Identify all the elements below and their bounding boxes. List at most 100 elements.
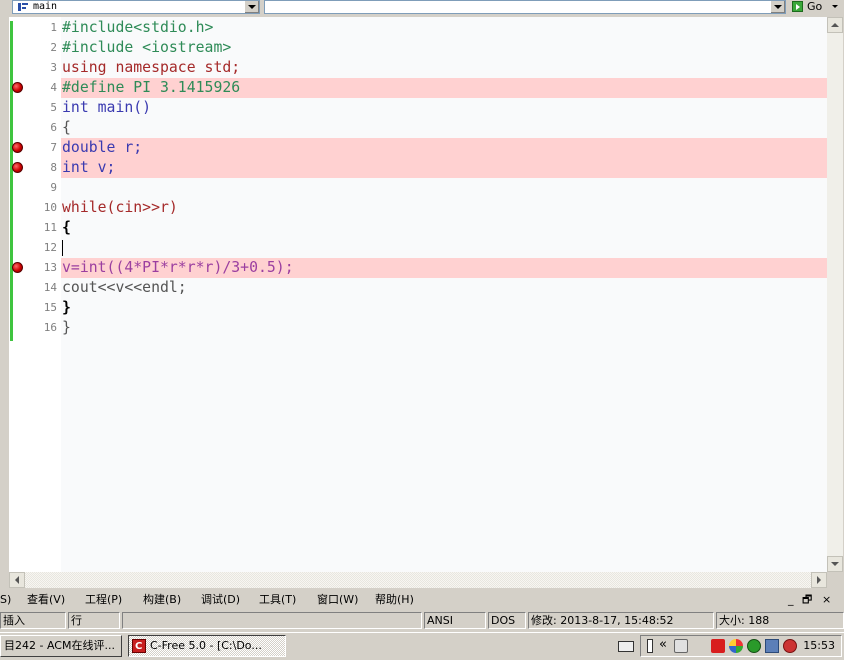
status-modified: 修改: 2013-8-17, 15:48:52 (528, 612, 714, 629)
menu-item-debug[interactable]: 调试(D) (201, 590, 240, 610)
code-line[interactable]: 3 using namespace std; (9, 58, 827, 78)
code-text[interactable]: #include<stdio.h> (61, 18, 827, 38)
breakpoint-icon[interactable] (12, 82, 23, 93)
code-line[interactable]: 11 { (9, 218, 827, 238)
green-app-icon[interactable] (747, 639, 761, 653)
menu-item-help[interactable]: 帮助(H) (375, 590, 414, 610)
code-text[interactable]: v=int((4*PI*r*r*r)/3+0.5); (61, 258, 827, 278)
code-text[interactable]: { (61, 118, 827, 138)
status-empty-pane (122, 612, 422, 629)
line-number: 9 (50, 181, 57, 194)
go-label: Go (807, 0, 823, 13)
code-text[interactable]: #define PI 3.1415926 (61, 78, 827, 98)
editor-toolbar: main Go (0, 0, 844, 15)
pdf-reader-icon[interactable] (711, 639, 725, 653)
chevron-down-icon[interactable] (244, 1, 259, 13)
taskbar-item-acm[interactable]: 目242 - ACM在线评... (0, 635, 122, 657)
tray-app-icon[interactable] (674, 639, 688, 653)
line-number: 14 (43, 281, 57, 294)
code-line[interactable]: 9 (9, 178, 827, 198)
code-editor[interactable]: 1 #include<stdio.h> 2 #include <iostream… (9, 17, 827, 572)
menu-item-view[interactable]: 查看(V) (27, 590, 65, 610)
code-line[interactable]: 8 int v; (9, 158, 827, 178)
status-insert-mode: 插入 (0, 612, 66, 629)
security-icon[interactable] (783, 639, 797, 653)
tray-expand-icon[interactable]: « (659, 637, 667, 653)
breakpoint-icon[interactable] (12, 142, 23, 153)
symbol-combo[interactable] (264, 0, 786, 14)
horizontal-scrollbar[interactable] (9, 572, 827, 588)
code-line[interactable]: 12 (9, 238, 827, 258)
menu-item-tools[interactable]: 工具(T) (259, 590, 296, 610)
code-line[interactable]: 1 #include<stdio.h> (9, 18, 827, 38)
function-icon (18, 3, 28, 11)
code-line[interactable]: 10 while(cin>>r) (9, 198, 827, 218)
code-text[interactable]: double r; (61, 138, 827, 158)
code-text[interactable]: #include <iostream> (61, 38, 827, 58)
line-number: 6 (50, 121, 57, 134)
tray-indicator-icon[interactable] (647, 639, 653, 653)
line-number: 15 (43, 301, 57, 314)
line-number: 2 (50, 41, 57, 54)
close-icon[interactable]: × (822, 590, 831, 610)
network-icon[interactable] (765, 639, 779, 653)
code-text[interactable]: cout<<v<<endl; (61, 278, 827, 298)
code-line[interactable]: 2 #include <iostream> (9, 38, 827, 58)
code-line[interactable]: 13 v=int((4*PI*r*r*r)/3+0.5); (9, 258, 827, 278)
scroll-left-icon[interactable] (9, 572, 25, 588)
line-number: 1 (50, 21, 57, 34)
taskbar-item-cfree[interactable]: C-Free 5.0 - [C:\Do... (128, 635, 286, 657)
line-number: 8 (50, 161, 57, 174)
code-text[interactable]: { (61, 218, 827, 238)
function-combo[interactable]: main (12, 0, 260, 14)
code-text[interactable]: int v; (61, 158, 827, 178)
menu-item-build[interactable]: 构建(B) (143, 590, 181, 610)
line-number: 12 (43, 241, 57, 254)
code-line[interactable]: 7 double r; (9, 138, 827, 158)
code-text[interactable] (61, 238, 827, 258)
code-line[interactable]: 4 #define PI 3.1415926 (9, 78, 827, 98)
minimize-icon[interactable]: _ (788, 590, 794, 610)
cfree-app-icon (132, 637, 146, 656)
clock[interactable]: 15:53 (803, 636, 835, 656)
breakpoint-icon[interactable] (12, 162, 23, 173)
code-text[interactable]: } (61, 298, 827, 318)
line-number: 7 (50, 141, 57, 154)
taskbar: 目242 - ACM在线评... C-Free 5.0 - [C:\Do... … (0, 632, 844, 660)
code-line[interactable]: 16 } (9, 318, 827, 338)
chevron-down-icon[interactable] (832, 5, 838, 8)
code-line[interactable]: 6 { (9, 118, 827, 138)
system-tray: « 15:53 (640, 635, 842, 657)
go-button[interactable]: Go (790, 0, 840, 14)
line-number: 16 (43, 321, 57, 334)
scroll-up-icon[interactable] (827, 17, 843, 33)
menu-item-partial[interactable]: S) (0, 590, 11, 610)
vertical-scrollbar[interactable] (827, 17, 843, 572)
colorful-app-icon[interactable] (729, 639, 743, 653)
line-number: 5 (50, 101, 57, 114)
line-number: 4 (50, 81, 57, 94)
line-number: 11 (43, 221, 57, 234)
restore-icon[interactable]: 🗗 (802, 590, 812, 610)
code-line[interactable]: 5 int main() (9, 98, 827, 118)
text-cursor (62, 240, 63, 256)
keyboard-icon[interactable] (618, 641, 634, 652)
code-text[interactable]: using namespace std; (61, 58, 827, 78)
scroll-down-icon[interactable] (827, 556, 843, 572)
code-text[interactable] (61, 178, 827, 198)
menu-item-project[interactable]: 工程(P) (85, 590, 122, 610)
scroll-right-icon[interactable] (811, 572, 827, 588)
chevron-down-icon[interactable] (770, 1, 785, 13)
status-line-ending: DOS (488, 612, 526, 629)
code-line[interactable]: 14 cout<<v<<endl; (9, 278, 827, 298)
code-text[interactable]: } (61, 318, 827, 338)
scroll-corner (827, 572, 844, 588)
function-combo-value: main (33, 1, 58, 12)
breakpoint-icon[interactable] (12, 262, 23, 273)
line-number: 10 (43, 201, 57, 214)
taskbar-item-cfree-label: C-Free 5.0 - [C:\Do... (150, 639, 262, 652)
code-text[interactable]: int main() (61, 98, 827, 118)
code-line[interactable]: 15 } (9, 298, 827, 318)
menu-item-window[interactable]: 窗口(W) (317, 590, 358, 610)
code-text[interactable]: while(cin>>r) (61, 198, 827, 218)
